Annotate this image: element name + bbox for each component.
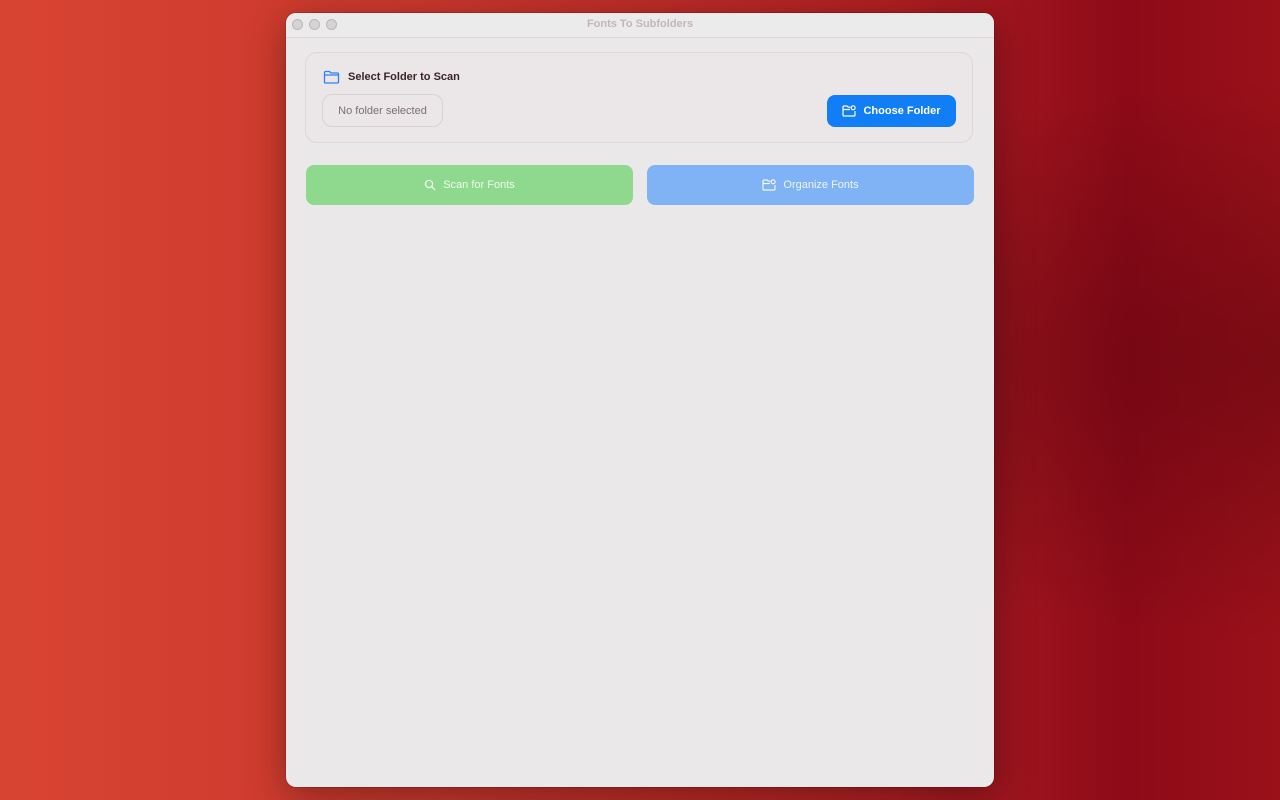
folder-selection-card: Select Folder to Scan No folder selected… [305,52,973,143]
folder-icon [323,70,340,84]
organize-fonts-label: Organize Fonts [783,179,859,191]
folder-badge-icon [762,179,777,191]
magnifier-icon [424,179,436,191]
folder-card-title: Select Folder to Scan [348,71,460,83]
organize-fonts-button[interactable]: Organize Fonts [647,165,974,205]
scan-fonts-button[interactable]: Scan for Fonts [306,165,633,205]
scan-fonts-label: Scan for Fonts [443,179,515,191]
folder-card-header: Select Folder to Scan [323,70,460,84]
choose-folder-button[interactable]: Choose Folder [827,95,956,127]
choose-folder-label: Choose Folder [863,105,941,117]
window-title: Fonts To Subfolders [586,18,694,30]
title-bar: Fonts To Subfolders [286,13,994,38]
selected-folder-path: No folder selected [322,94,443,127]
folder-badge-icon [842,105,857,117]
app-window: Fonts To Subfolders Select Folder to Sca… [286,13,994,787]
